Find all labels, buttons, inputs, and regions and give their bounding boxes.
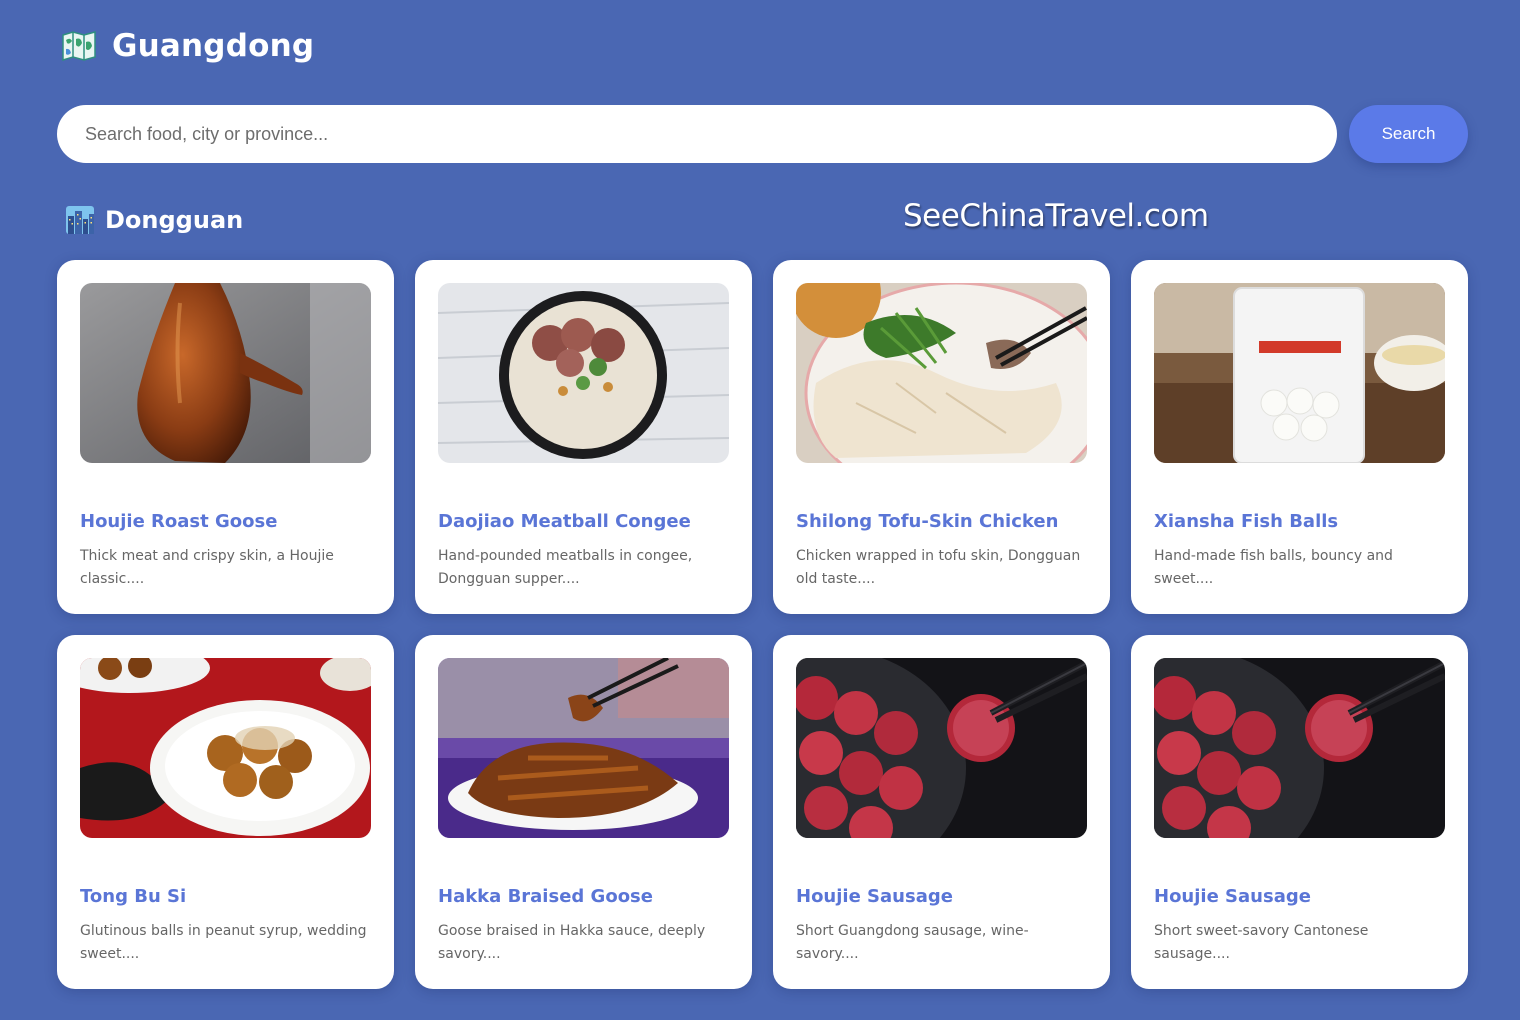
sausage-photo <box>1154 658 1445 838</box>
card-description: Thick meat and crispy skin, a Houjie cla… <box>80 548 334 587</box>
header: Guangdong <box>62 28 314 64</box>
food-card-grid: Houjie Roast Goose Thick meat and crispy… <box>57 260 1468 989</box>
meatball-congee-photo <box>438 283 729 463</box>
card-description: Glutinous balls in peanut syrup, wedding… <box>80 923 367 962</box>
card-title: Houjie Roast Goose <box>80 511 278 532</box>
food-card[interactable]: Shilong Tofu-Skin Chicken Chicken wrappe… <box>773 260 1110 614</box>
food-card[interactable]: Xiansha Fish Balls Hand-made fish balls,… <box>1131 260 1468 614</box>
glutinous-balls-photo <box>80 658 371 838</box>
page: Guangdong Search Dongguan SeeChinaTravel… <box>0 0 1520 1020</box>
card-title: Xiansha Fish Balls <box>1154 511 1339 532</box>
card-description: Short Guangdong sausage, wine-savory.... <box>796 923 1029 962</box>
search-bar: Search <box>57 105 1468 163</box>
card-description: Hand-pounded meatballs in congee, Donggu… <box>438 548 693 587</box>
app-title: Guangdong <box>112 28 315 64</box>
card-title: Tong Bu Si <box>80 886 187 907</box>
food-card[interactable]: Daojiao Meatball Congee Hand-pounded mea… <box>415 260 752 614</box>
food-card[interactable]: Tong Bu Si Glutinous balls in peanut syr… <box>57 635 394 989</box>
card-description: Short sweet-savory Cantonese sausage.... <box>1154 923 1369 962</box>
roast-goose-photo <box>80 283 371 463</box>
search-input[interactable] <box>57 105 1337 163</box>
food-card[interactable]: Houjie Sausage Short Guangdong sausage, … <box>773 635 1110 989</box>
card-title: Houjie Sausage <box>1154 886 1311 907</box>
food-card[interactable]: Houjie Roast Goose Thick meat and crispy… <box>57 260 394 614</box>
tofu-skin-chicken-photo <box>796 283 1087 463</box>
sausage-photo <box>796 658 1087 838</box>
section-header: Dongguan <box>66 206 243 234</box>
braised-goose-photo <box>438 658 729 838</box>
food-card[interactable]: Houjie Sausage Short sweet-savory Canton… <box>1131 635 1468 989</box>
card-title: Shilong Tofu-Skin Chicken <box>796 511 1059 532</box>
cityscape-icon <box>66 206 94 234</box>
food-card[interactable]: Hakka Braised Goose Goose braised in Hak… <box>415 635 752 989</box>
card-description: Goose braised in Hakka sauce, deeply sav… <box>438 923 706 962</box>
fish-balls-photo <box>1154 283 1445 463</box>
card-title: Hakka Braised Goose <box>438 886 653 907</box>
card-title: Daojiao Meatball Congee <box>438 511 691 532</box>
card-description: Chicken wrapped in tofu skin, Dongguan o… <box>796 548 1081 587</box>
map-icon <box>62 31 96 61</box>
card-description: Hand-made fish balls, bouncy and sweet..… <box>1154 548 1393 587</box>
card-title: Houjie Sausage <box>796 886 953 907</box>
section-title: Dongguan <box>105 206 244 234</box>
search-button[interactable]: Search <box>1349 105 1468 163</box>
watermark: SeeChinaTravel.com <box>903 198 1209 234</box>
